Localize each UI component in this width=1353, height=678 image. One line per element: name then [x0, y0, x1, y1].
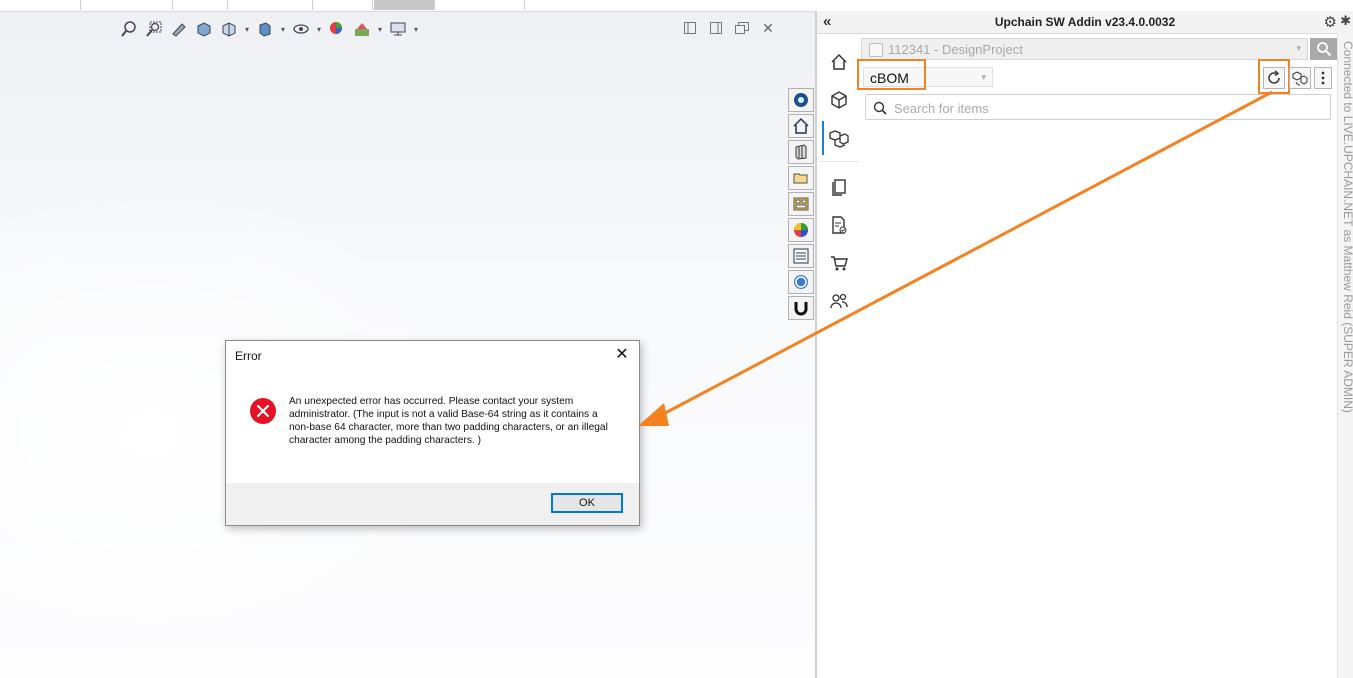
gear-icon[interactable]: ⚙ [1324, 13, 1337, 31]
project-name: 112341 - DesignProject [888, 42, 1023, 57]
graphics-area[interactable]: ▾ ▾ ▾ ▾ ▾ ✕ [0, 0, 815, 678]
highlight-box [857, 59, 926, 90]
file-explorer-icon[interactable] [788, 166, 814, 190]
error-message: An unexpected error has occurred. Please… [289, 396, 608, 446]
more-options-icon[interactable] [1314, 67, 1332, 89]
document-window-controls: ✕ [682, 20, 776, 36]
ok-button[interactable]: OK [551, 493, 623, 513]
design-library-icon[interactable] [788, 140, 814, 164]
chevron-down-icon[interactable]: ▾ [315, 25, 323, 34]
view-orientation-icon[interactable] [218, 19, 240, 39]
hide-show-icon[interactable] [290, 19, 312, 39]
navigation-rail [819, 43, 859, 320]
tile-right-icon[interactable] [708, 20, 724, 36]
dialog-title: Error [235, 349, 262, 363]
search-icon [873, 101, 887, 115]
cart-icon[interactable] [819, 244, 859, 282]
search-icon[interactable] [1310, 38, 1338, 60]
part-cube-icon[interactable] [819, 81, 859, 119]
connection-status: Connected to LIVE.UPCHAIN.NET as Matthew… [1341, 41, 1353, 413]
previous-view-icon[interactable] [168, 19, 190, 39]
divider [819, 161, 859, 162]
error-dialog: Error ✕ An unexpected error has occurred… [225, 340, 640, 526]
restore-icon[interactable] [734, 20, 750, 36]
upchain-icon[interactable] [788, 296, 814, 320]
task-pane-tabs [788, 88, 814, 322]
error-icon [250, 398, 276, 424]
search-items-input[interactable] [892, 98, 1316, 118]
custom-properties-icon[interactable] [788, 244, 814, 268]
close-icon[interactable]: ✕ [760, 20, 776, 36]
chevron-down-icon[interactable]: ▾ [279, 25, 287, 34]
panel-title-bar: « Upchain SW Addin v23.4.0.0032 ⚙ ✱ [817, 11, 1353, 34]
heads-up-view-toolbar: ▾ ▾ ▾ ▾ ▾ [118, 18, 420, 40]
tab-segment[interactable] [227, 0, 313, 10]
documents-icon[interactable] [819, 168, 859, 206]
chevron-down-icon[interactable]: ▾ [243, 25, 251, 34]
display-style-icon[interactable] [254, 19, 276, 39]
tab-segment[interactable] [434, 0, 525, 10]
tile-left-icon[interactable] [682, 20, 698, 36]
approvals-icon[interactable] [819, 206, 859, 244]
tab-segment[interactable] [80, 0, 173, 10]
chevron-down-icon: ▾ [981, 72, 986, 82]
section-view-icon[interactable] [193, 19, 215, 39]
chevron-down-icon[interactable]: ▾ [376, 25, 384, 34]
assembly-sync-icon[interactable] [1289, 67, 1311, 89]
sync-globe-icon[interactable] [788, 270, 814, 294]
chevron-down-icon[interactable]: ▾ [412, 25, 420, 34]
appearances-icon[interactable] [788, 218, 814, 242]
view-settings-icon[interactable] [387, 19, 409, 39]
tab-segment-active[interactable] [374, 0, 435, 10]
calendar-icon [869, 43, 883, 57]
zoom-to-area-icon[interactable] [143, 19, 165, 39]
tab-segment[interactable] [172, 0, 228, 10]
home-icon[interactable] [819, 43, 859, 81]
zoom-to-fit-icon[interactable] [118, 19, 140, 39]
home-icon[interactable] [788, 114, 814, 138]
upchain-addin-panel: « Upchain SW Addin v23.4.0.0032 ⚙ ✱ 1123… [815, 11, 1353, 678]
edit-appearance-icon[interactable] [326, 19, 348, 39]
project-selector[interactable]: 112341 - DesignProject ▾ [861, 38, 1308, 60]
dialog-footer: OK [226, 483, 639, 525]
search-items-field[interactable] [865, 94, 1331, 120]
tab-segment[interactable] [0, 0, 81, 10]
tab-segment[interactable] [312, 0, 373, 10]
pin-icon[interactable]: ✱ [1340, 13, 1351, 29]
solidworks-resources-icon[interactable] [788, 88, 814, 112]
apply-scene-icon[interactable] [351, 19, 373, 39]
command-tabs-strip [0, 0, 815, 12]
highlight-box [1258, 59, 1290, 94]
chevron-down-icon: ▾ [1296, 43, 1301, 53]
users-icon[interactable] [819, 282, 859, 320]
connection-status-strip: Connected to LIVE.UPCHAIN.NET as Matthew… [1337, 33, 1353, 678]
panel-title: Upchain SW Addin v23.4.0.0032 [994, 15, 1176, 29]
view-palette-icon[interactable] [788, 192, 814, 216]
assembly-icon[interactable] [819, 119, 859, 157]
close-icon[interactable]: ✕ [613, 345, 631, 363]
